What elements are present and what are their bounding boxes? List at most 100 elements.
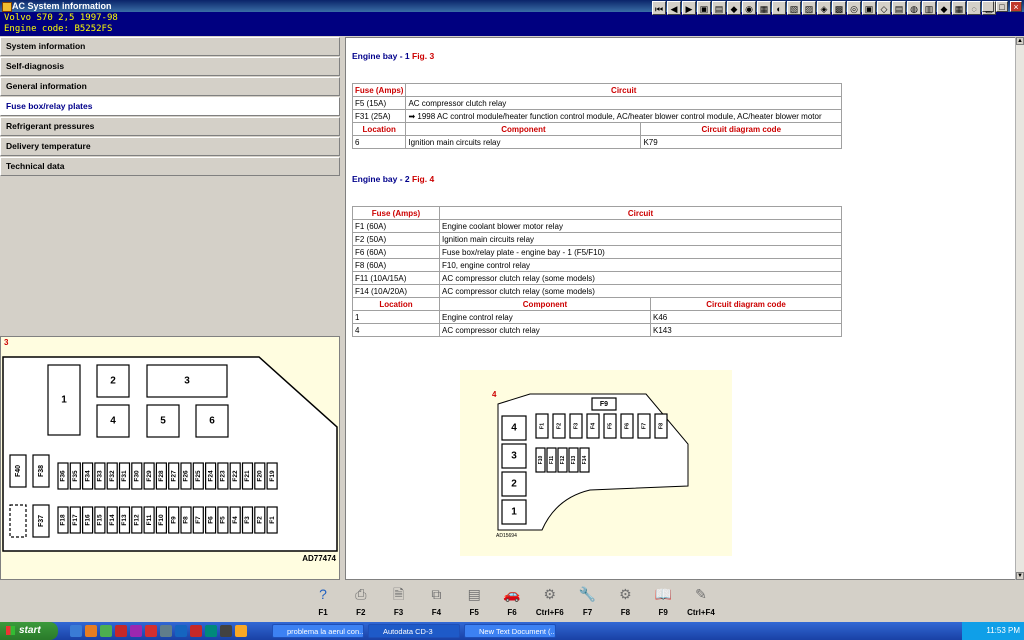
fuse-label: F6	[207, 516, 214, 524]
fuse-label: F9	[170, 516, 177, 524]
app-icon-11[interactable]	[220, 625, 232, 637]
tool-icon-2[interactable]: ▤	[712, 1, 726, 15]
menu-item-fuse-box[interactable]: Fuse box/relay plates	[0, 97, 340, 116]
opera-icon[interactable]	[190, 625, 202, 637]
relay-label: 1	[511, 507, 517, 518]
firefox-icon[interactable]	[85, 625, 97, 637]
windows-logo-icon	[6, 625, 15, 635]
table-row: F31 (25A) ➡ 1998 AC control module/heate…	[351, 109, 842, 123]
fuse-label: F17	[72, 514, 79, 526]
tool-icon-8[interactable]: ▨	[802, 1, 816, 15]
fuse-label: F38	[38, 465, 45, 477]
tool-icon-9[interactable]: ◈	[817, 1, 831, 15]
top-toolbar: ⏮ ◀ ▶ ▣ ▤ ◆ ◉ ▦ ◐ ▧ ▨ ◈ ▩ ◎ ▣ ◇ ▤ ◍ ▥ ◆ …	[652, 1, 996, 16]
fkey-f1[interactable]: ? F1	[305, 580, 341, 622]
scroll-down-icon[interactable]: ▼	[1016, 572, 1024, 580]
fkey-f3[interactable]: 🗎 F3	[381, 580, 417, 622]
vertical-scrollbar[interactable]: ▲ ▼	[1015, 37, 1024, 580]
fkey-f7[interactable]: 🔧 F7	[570, 580, 606, 622]
taskbar: start problema la aerul con... Autodata …	[0, 622, 1024, 640]
prev-page-icon[interactable]: ◀	[667, 1, 681, 15]
tool-icon-13[interactable]: ◇	[877, 1, 891, 15]
table-row: F8 (60A) F10, engine control relay	[352, 258, 842, 272]
menu-item-refrigerant-pressures[interactable]: Refrigerant pressures	[0, 117, 340, 136]
task-button-notepad[interactable]: New Text Document (...	[464, 624, 556, 638]
app-icon-12[interactable]	[235, 625, 247, 637]
tool-icon-12[interactable]: ▣	[862, 1, 876, 15]
fuse-label: F1	[539, 423, 545, 429]
fuse-cell: F2 (50A)	[352, 232, 440, 246]
fuse-label: F12	[560, 455, 566, 464]
circuit-header: Circuit	[439, 206, 842, 220]
tool-icon-17[interactable]: ◆	[937, 1, 951, 15]
fkey-f8[interactable]: ⚙ F8	[607, 580, 643, 622]
first-page-icon[interactable]: ⏮	[652, 1, 666, 15]
app-icon-4[interactable]	[115, 625, 127, 637]
document-icon: ▤	[467, 586, 481, 602]
tool-icon-16[interactable]: ▥	[922, 1, 936, 15]
fkey-f9[interactable]: 📖 F9	[645, 580, 681, 622]
fkey-ctrl-f6[interactable]: ⚙ Ctrl+F6	[532, 580, 568, 622]
location-header: Location	[352, 297, 440, 311]
fuse-label: F8	[658, 423, 664, 429]
app-icon-5[interactable]	[130, 625, 142, 637]
tool-icon-7[interactable]: ▧	[787, 1, 801, 15]
app-icon-8[interactable]	[175, 625, 187, 637]
tool-icon-3[interactable]: ◆	[727, 1, 741, 15]
menu-item-technical-data[interactable]: Technical data	[0, 157, 340, 176]
diagram-code: AD15694	[496, 533, 517, 539]
task-button-firefox[interactable]: problema la aerul con...	[272, 624, 364, 638]
relay-label: 2	[110, 376, 116, 387]
table-row: 6 Ignition main circuits relay K79	[351, 135, 842, 149]
app-icon-7[interactable]	[160, 625, 172, 637]
fkey-f2[interactable]: ⎙ F2	[343, 580, 379, 622]
tool-icon-18[interactable]: ▦	[952, 1, 966, 15]
fuse-label: F9	[600, 401, 608, 408]
scroll-up-icon[interactable]: ▲	[1016, 37, 1024, 45]
menu-item-system-information[interactable]: System information	[0, 37, 340, 56]
vehicle-info: Volvo S70 2,5 1997-98 Engine code: B5252…	[4, 13, 118, 35]
window-controls: _ □ ×	[982, 1, 1022, 12]
tool-icon-6[interactable]: ◐	[772, 1, 786, 15]
print-preview-icon: 🗎	[392, 586, 405, 602]
code-cell: K79	[640, 135, 842, 149]
tool-icon-1[interactable]: ▣	[697, 1, 711, 15]
tool-icon-19[interactable]: ◌	[967, 1, 981, 15]
menu-item-self-diagnosis[interactable]: Self-diagnosis	[0, 57, 340, 76]
fuse-label: F18	[60, 514, 67, 526]
menu-item-general-information[interactable]: General information	[0, 77, 340, 96]
fkey-ctrl-f4[interactable]: ✎ Ctrl+F4	[683, 580, 719, 622]
section2-heading: Engine bay - 2 Fig. 4	[352, 174, 434, 184]
menu-item-delivery-temperature[interactable]: Delivery temperature	[0, 137, 340, 156]
next-page-icon[interactable]: ▶	[682, 1, 696, 15]
fuse-cell: F14 (10A/20A)	[352, 284, 440, 298]
tool-icon-10[interactable]: ▩	[832, 1, 846, 15]
fkey-f4[interactable]: ⧉ F4	[418, 580, 454, 622]
desktop-icon[interactable]	[70, 625, 82, 637]
circuit-cell: AC compressor clutch relay	[405, 96, 842, 110]
start-label: start	[19, 625, 41, 636]
tool-icon-14[interactable]: ▤	[892, 1, 906, 15]
tool-icon-11[interactable]: ◎	[847, 1, 861, 15]
fuse-label: F16	[84, 514, 91, 526]
app-icon-3[interactable]	[100, 625, 112, 637]
app-icon-10[interactable]	[205, 625, 217, 637]
code-cell: K143	[650, 323, 842, 337]
fuse-label: F2	[556, 423, 562, 429]
print-icon: ⎙	[355, 586, 367, 602]
tool-icon-4[interactable]: ◉	[742, 1, 756, 15]
fkey-f6[interactable]: 🚗 F6	[494, 580, 530, 622]
tool-icon-15[interactable]: ◍	[907, 1, 921, 15]
minimize-icon[interactable]: _	[982, 1, 994, 12]
fuse-label: F14	[582, 455, 588, 464]
task-button-autodata[interactable]: Autodata CD-3	[368, 624, 460, 638]
fkey-f5[interactable]: ▤ F5	[456, 580, 492, 622]
app-icon-6[interactable]	[145, 625, 157, 637]
fuse-label: F12	[134, 514, 141, 526]
maximize-icon[interactable]: □	[996, 1, 1008, 12]
close-icon[interactable]: ×	[1010, 1, 1022, 12]
tool-icon-5[interactable]: ▦	[757, 1, 771, 15]
start-button[interactable]: start	[0, 622, 58, 640]
fuse-label: F22	[232, 470, 239, 482]
diagram-number: 4	[492, 390, 497, 399]
